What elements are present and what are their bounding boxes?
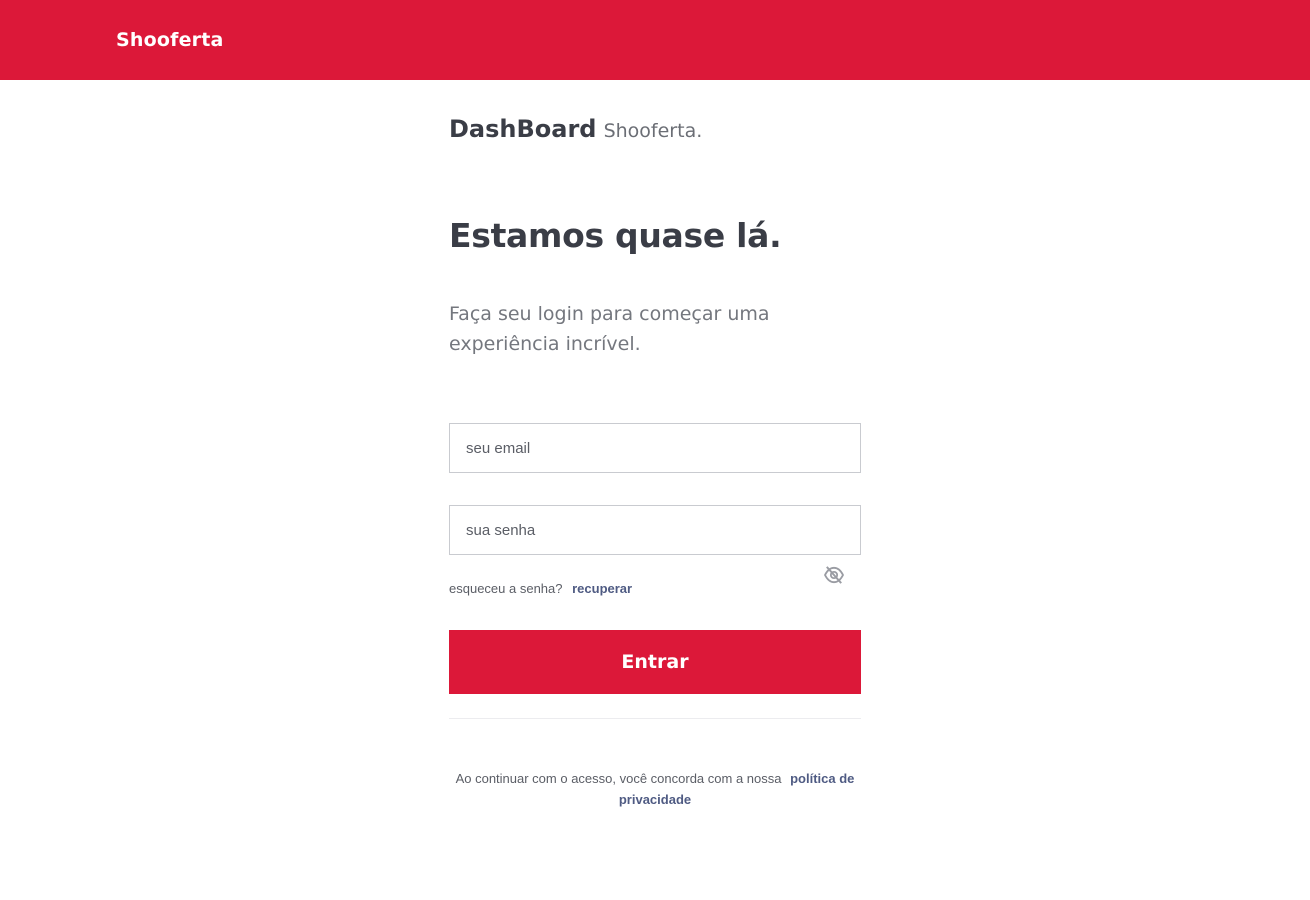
email-field[interactable] — [450, 424, 860, 472]
terms-notice: Ao continuar com o acesso, você concorda… — [449, 768, 861, 810]
email-field-wrapper — [449, 423, 861, 473]
dashboard-title-main: DashBoard — [449, 115, 597, 143]
password-field-wrapper — [449, 505, 861, 555]
dashboard-title: DashBoard Shooferta. — [449, 114, 702, 147]
terms-text: Ao continuar com o acesso, você concorda… — [455, 771, 782, 786]
page-headline: Estamos quase lá. — [449, 216, 782, 255]
recover-password-link[interactable]: recuperar — [572, 581, 632, 596]
brand-logo[interactable]: Shooferta — [116, 28, 224, 52]
top-navbar: Shooferta — [0, 0, 1310, 80]
divider — [449, 718, 861, 719]
password-field[interactable] — [450, 506, 860, 554]
login-button[interactable]: Entrar — [449, 630, 861, 694]
page-subtext: Faça seu login para começar uma experiên… — [449, 303, 770, 355]
forgot-password-row: esqueceu a senha? recuperar — [449, 580, 632, 598]
forgot-password-text: esqueceu a senha? — [449, 581, 563, 596]
dashboard-title-sub: Shooferta. — [603, 120, 703, 142]
eye-off-icon[interactable] — [823, 566, 845, 584]
